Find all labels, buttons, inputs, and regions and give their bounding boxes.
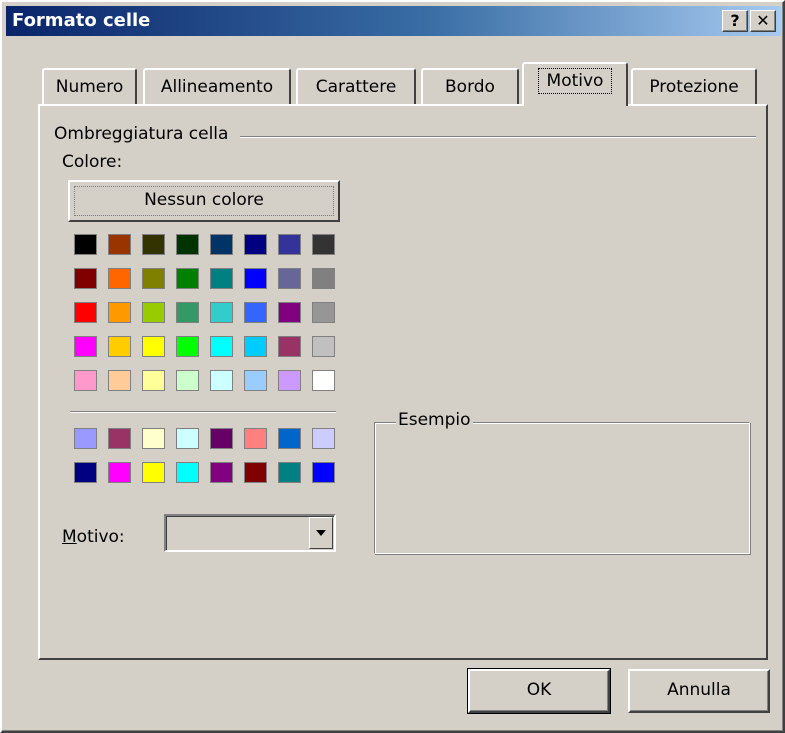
color-swatch[interactable]	[176, 428, 199, 449]
color-swatch[interactable]	[278, 302, 301, 323]
color-swatch[interactable]	[244, 234, 267, 255]
color-swatch[interactable]	[108, 428, 131, 449]
palette-divider	[70, 411, 336, 413]
color-swatch[interactable]	[176, 370, 199, 391]
tab-label: Numero	[55, 77, 124, 97]
color-swatch[interactable]	[108, 234, 131, 255]
tab-panel-motivo: Ombreggiatura cella Colore: Nessun color…	[38, 104, 768, 660]
color-swatch[interactable]	[210, 370, 233, 391]
color-swatch[interactable]	[142, 370, 165, 391]
color-swatch[interactable]	[278, 370, 301, 391]
chevron-down-icon[interactable]	[309, 517, 333, 549]
tab-label: Motivo	[537, 68, 613, 94]
color-swatch[interactable]	[74, 336, 97, 357]
cell-shading-legend: Ombreggiatura cella	[54, 124, 237, 144]
color-swatch[interactable]	[210, 302, 233, 323]
tab-label: Allineamento	[160, 77, 274, 97]
close-icon: ✕	[756, 11, 770, 30]
color-swatch[interactable]	[108, 370, 131, 391]
ok-label: OK	[526, 680, 552, 700]
color-swatch[interactable]	[244, 268, 267, 289]
color-swatch[interactable]	[176, 462, 199, 483]
help-icon: ?	[730, 11, 740, 30]
color-swatch[interactable]	[108, 462, 131, 483]
color-swatch[interactable]	[108, 302, 131, 323]
color-swatch[interactable]	[74, 234, 97, 255]
color-swatch[interactable]	[312, 462, 335, 483]
color-swatch[interactable]	[278, 336, 301, 357]
color-swatch[interactable]	[108, 268, 131, 289]
example-preview	[374, 422, 750, 554]
tab-label: Carattere	[315, 77, 397, 97]
no-color-button[interactable]: Nessun colore	[68, 180, 340, 222]
tab-bordo[interactable]: Bordo	[421, 68, 519, 106]
color-swatch[interactable]	[312, 336, 335, 357]
color-label: Colore:	[62, 152, 123, 172]
color-swatch[interactable]	[142, 462, 165, 483]
color-swatch[interactable]	[278, 462, 301, 483]
help-button[interactable]: ?	[722, 10, 748, 32]
color-swatch[interactable]	[244, 370, 267, 391]
color-swatch[interactable]	[312, 302, 335, 323]
pattern-label: Motivo:	[62, 527, 125, 547]
example-legend: Esempio	[396, 410, 473, 430]
color-swatch[interactable]	[176, 234, 199, 255]
color-swatch[interactable]	[312, 234, 335, 255]
color-swatch[interactable]	[74, 268, 97, 289]
color-swatch[interactable]	[74, 302, 97, 323]
color-swatch[interactable]	[142, 234, 165, 255]
cancel-label: Annulla	[667, 680, 731, 700]
color-swatch[interactable]	[176, 302, 199, 323]
tab-numero[interactable]: Numero	[42, 68, 137, 106]
group-divider	[240, 136, 756, 138]
color-swatch[interactable]	[244, 462, 267, 483]
color-swatch[interactable]	[176, 268, 199, 289]
color-swatch[interactable]	[244, 428, 267, 449]
color-swatch[interactable]	[142, 268, 165, 289]
format-cells-dialog: Formato celle ? ✕ Numero Allineamento Ca…	[0, 0, 785, 733]
color-swatch[interactable]	[312, 268, 335, 289]
pattern-dropdown[interactable]	[164, 514, 336, 552]
color-swatch[interactable]	[210, 234, 233, 255]
color-swatch[interactable]	[210, 268, 233, 289]
tab-label: Protezione	[649, 77, 739, 97]
color-swatch[interactable]	[278, 234, 301, 255]
window-title: Formato celle	[12, 10, 151, 31]
cancel-button[interactable]: Annulla	[628, 669, 770, 713]
color-swatch[interactable]	[142, 428, 165, 449]
color-swatch[interactable]	[142, 302, 165, 323]
color-swatch[interactable]	[312, 370, 335, 391]
color-swatch[interactable]	[278, 428, 301, 449]
color-swatch[interactable]	[74, 462, 97, 483]
tab-motivo[interactable]: Motivo	[522, 62, 628, 106]
tab-protezione[interactable]: Protezione	[631, 68, 757, 106]
color-swatch[interactable]	[210, 428, 233, 449]
tab-label: Bordo	[445, 77, 495, 97]
tab-allineamento[interactable]: Allineamento	[143, 68, 291, 106]
tab-carattere[interactable]: Carattere	[296, 68, 416, 106]
color-swatch[interactable]	[244, 336, 267, 357]
ok-button[interactable]: OK	[467, 668, 611, 714]
color-swatch[interactable]	[312, 428, 335, 449]
color-swatch[interactable]	[278, 268, 301, 289]
title-bar: Formato celle ? ✕	[6, 6, 781, 36]
color-swatch[interactable]	[74, 370, 97, 391]
color-swatch[interactable]	[108, 336, 131, 357]
color-swatch[interactable]	[244, 302, 267, 323]
color-swatch[interactable]	[142, 336, 165, 357]
color-swatch[interactable]	[210, 336, 233, 357]
no-color-label: Nessun colore	[144, 190, 264, 210]
close-button[interactable]: ✕	[750, 10, 776, 32]
color-swatch[interactable]	[210, 462, 233, 483]
color-swatch[interactable]	[176, 336, 199, 357]
color-swatch[interactable]	[74, 428, 97, 449]
